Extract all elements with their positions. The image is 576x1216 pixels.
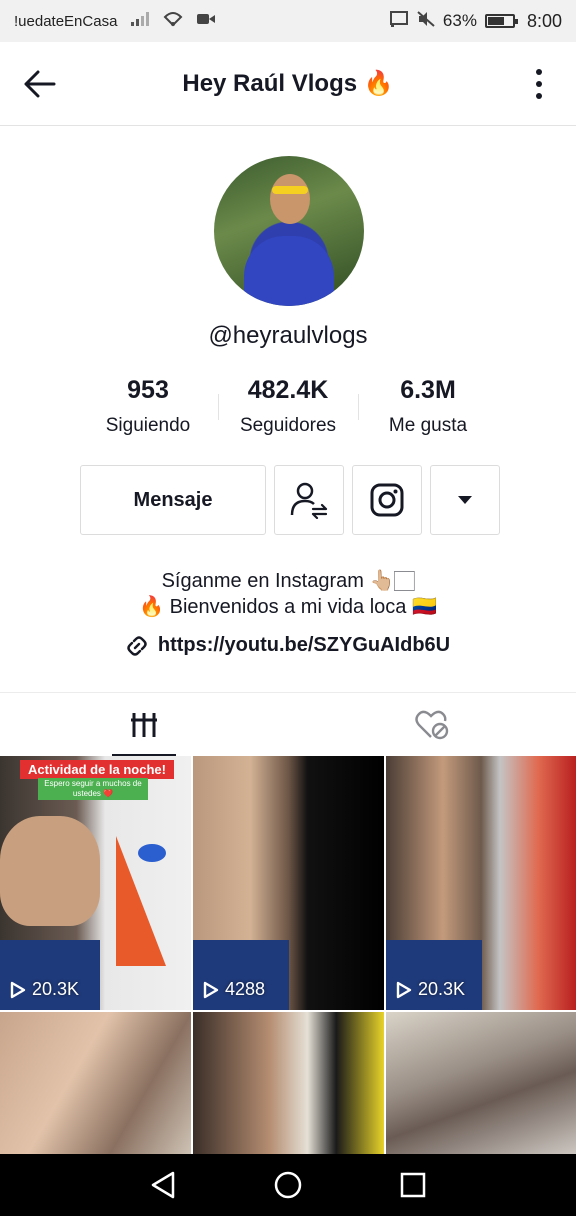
more-options-button[interactable]	[524, 64, 554, 104]
video-grid: Actividad de la noche! Espero seguir a m…	[0, 756, 576, 1154]
more-vertical-icon	[536, 69, 542, 75]
bio-line: 🔥 Bienvenidos a mi vida loca 🇨🇴	[139, 596, 437, 618]
video-overlay-title: Actividad de la noche!	[20, 760, 174, 779]
video-thumbnail[interactable]	[0, 1012, 191, 1154]
stat-value: 6.3M	[400, 376, 456, 404]
nav-home-button[interactable]	[258, 1160, 318, 1210]
notification-app-name: !uedateEnCasa	[14, 12, 118, 30]
bio: Síganme en Instagram 👆🏼🏻 🔥 Bienvenidos a…	[0, 568, 576, 620]
avatar[interactable]	[214, 156, 364, 306]
username: @heyraulvlogs	[208, 322, 368, 349]
play-icon	[203, 981, 219, 998]
content-tabs	[0, 692, 576, 757]
stat-label: Seguidores	[239, 415, 337, 436]
battery-percent: 63%	[442, 11, 477, 30]
view-count: 4288	[203, 979, 265, 1000]
circle-home-icon	[274, 1171, 302, 1199]
system-navigation-bar	[0, 1154, 576, 1216]
nav-back-button[interactable]	[133, 1160, 193, 1210]
instagram-button[interactable]	[352, 465, 422, 535]
view-count: 20.3K	[396, 979, 465, 1000]
triangle-back-icon	[151, 1171, 174, 1199]
nav-recents-button[interactable]	[383, 1160, 443, 1210]
stat-value: 482.4K	[247, 376, 329, 404]
bio-line: Síganme en Instagram 👆🏼🏻	[161, 570, 415, 592]
signal-icon	[131, 11, 150, 31]
view-count-value: 20.3K	[32, 979, 80, 999]
link-text[interactable]: https://youtu.be/SZYGuAIdb6U	[158, 634, 450, 657]
follow-toggle-button[interactable]	[274, 465, 344, 535]
play-icon	[10, 981, 26, 998]
video-camera-icon	[197, 11, 216, 31]
stat-label: Me gusta	[388, 415, 468, 436]
stat-followers[interactable]: 482.4K Seguidores	[218, 376, 358, 437]
page-title: Hey Raúl Vlogs 🔥	[182, 70, 394, 97]
user-swap-icon	[290, 482, 328, 519]
bio-link[interactable]: https://youtu.be/SZYGuAIdb6U	[0, 634, 576, 657]
status-bar: !uedateEnCasa 63% 8:00	[0, 0, 576, 42]
stat-likes[interactable]: 6.3M Me gusta	[358, 376, 498, 437]
battery-fill	[487, 17, 505, 25]
video-thumbnail[interactable]: 4288	[193, 756, 384, 1010]
caret-down-icon	[458, 496, 472, 504]
view-count-value: 4288	[225, 979, 266, 999]
play-icon	[396, 981, 412, 998]
battery-icon	[484, 14, 518, 28]
stat-label: Siguiendo	[105, 415, 191, 436]
back-button[interactable]	[20, 64, 60, 104]
hidden-heart-icon	[415, 710, 449, 740]
square-recents-icon	[401, 1172, 426, 1198]
instagram-icon	[370, 483, 404, 517]
wifi-icon	[163, 11, 183, 32]
video-thumbnail[interactable]	[386, 1012, 576, 1154]
message-button[interactable]: Mensaje	[80, 465, 266, 535]
grid-icon	[131, 713, 157, 737]
clock: 8:00	[526, 10, 562, 31]
view-count: 20.3K	[10, 979, 79, 1000]
tab-videos[interactable]	[0, 693, 288, 757]
stat-following[interactable]: 953 Siguiendo	[78, 376, 218, 437]
cast-icon	[389, 10, 409, 32]
profile-stats: 953 Siguiendo 482.4K Seguidores 6.3M Me …	[0, 376, 576, 437]
mute-icon	[417, 10, 435, 32]
arrow-left-icon	[24, 70, 56, 98]
video-thumbnail[interactable]: Actividad de la noche! Espero seguir a m…	[0, 756, 191, 1010]
profile-actions: Mensaje	[80, 465, 500, 535]
video-overlay-subtitle: Espero seguir a muchos de ustedes ❤️	[38, 778, 148, 800]
view-count-value: 20.3K	[418, 979, 466, 999]
video-thumbnail[interactable]: 20.3K	[386, 756, 576, 1010]
profile-header: Hey Raúl Vlogs 🔥	[0, 42, 576, 126]
more-suggestions-button[interactable]	[430, 465, 500, 535]
video-thumbnail[interactable]	[193, 1012, 384, 1154]
stat-value: 953	[127, 376, 169, 404]
tab-liked[interactable]	[288, 693, 576, 757]
link-icon	[127, 635, 147, 656]
